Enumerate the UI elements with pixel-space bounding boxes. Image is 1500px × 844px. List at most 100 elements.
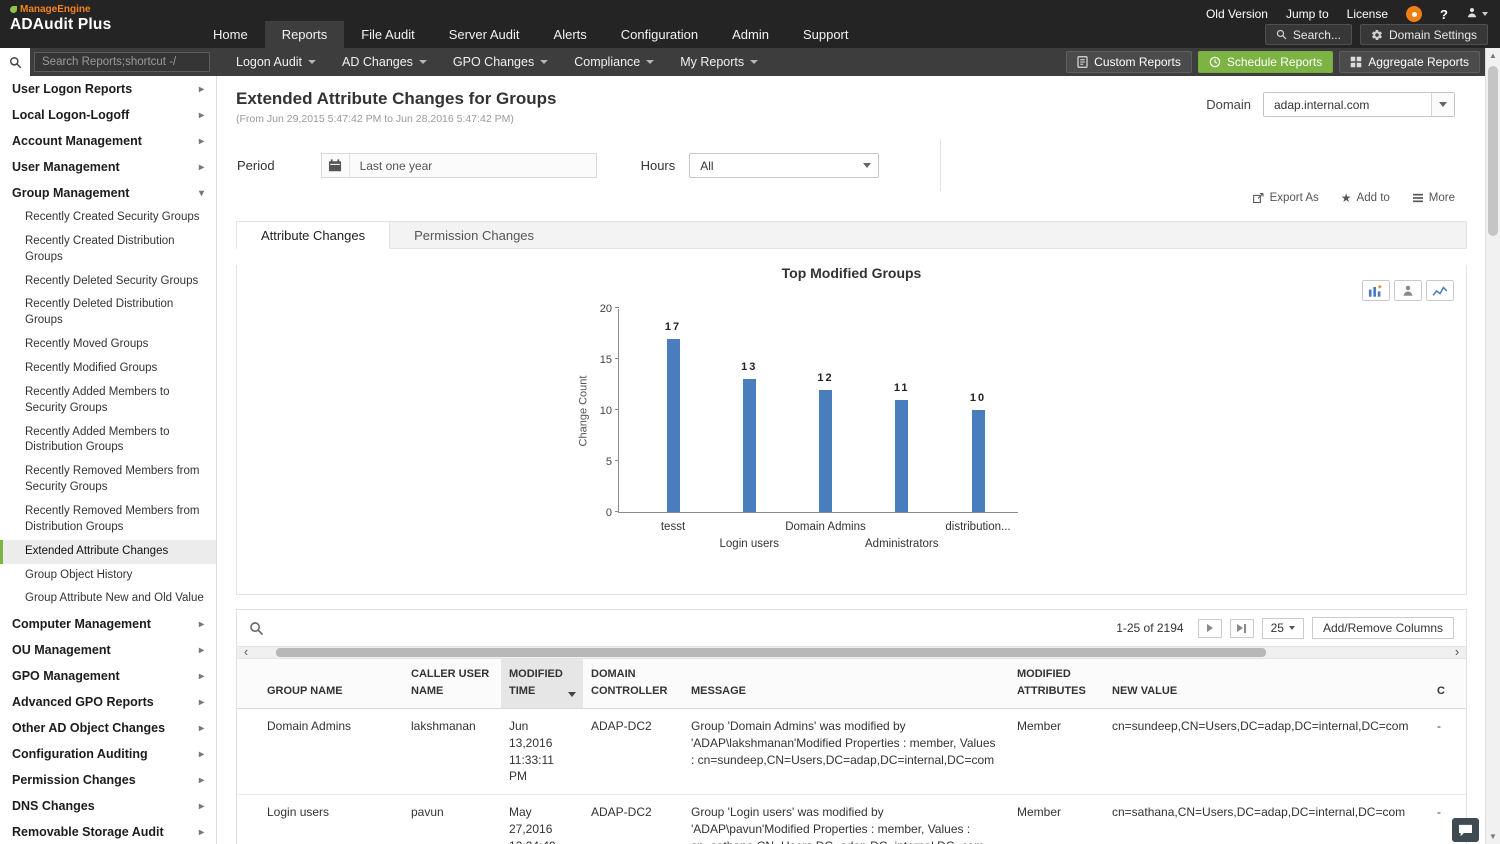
sidebar-item-gpo-management[interactable]: GPO Management▸ [0,663,216,689]
sidebar-subitem-recently-modified-groups[interactable]: Recently Modified Groups [0,357,216,381]
hours-select[interactable]: All [689,153,879,178]
license-link[interactable]: License [1347,7,1388,21]
calendar-icon[interactable] [322,154,350,177]
pagination-controls: 1-25 of 2194 25 Add/Remove Columns [1116,617,1454,639]
bar-chart-icon[interactable] [1362,280,1390,301]
sidebar-item-configuration-auditing[interactable]: Configuration Auditing▸ [0,741,216,767]
scroll-left-arrow[interactable]: ‹ [239,645,253,659]
brand-logo[interactable]: ManageEngine ADAudit Plus [10,4,111,34]
chart-bar-domain-admins[interactable] [819,390,832,512]
user-chart-icon[interactable] [1394,280,1422,301]
sidebar-subitem-recently-added-members-to-security-groups[interactable]: Recently Added Members to Security Group… [0,381,216,421]
nav-home[interactable]: Home [196,21,265,48]
column-header-message[interactable]: MESSAGE [683,683,1009,709]
chart-bar-tesst[interactable] [667,339,680,512]
user-menu[interactable] [1466,5,1488,23]
page-size-select[interactable]: 25 [1262,618,1304,639]
help-icon[interactable]: ? [1440,7,1448,22]
sidebar-item-user-logon-reports[interactable]: User Logon Reports▸ [0,76,216,102]
chart-bar-administrators[interactable] [895,400,908,512]
menu-gpo-changes[interactable]: GPO Changes [453,55,548,69]
tab-permission-changes[interactable]: Permission Changes [390,222,558,248]
horizontal-scrollbar[interactable]: ‹ › [237,646,1466,659]
x-axis-label: Domain Admins [785,521,866,533]
sidebar-item-group-management[interactable]: Group Management▾ [0,180,216,206]
table-row[interactable]: Domain AdminslakshmananJun 13,2016 11:33… [237,709,1466,795]
sidebar-subitem-recently-created-security-groups[interactable]: Recently Created Security Groups [0,206,216,230]
jump-to-link[interactable]: Jump to [1286,7,1329,21]
nav-alerts[interactable]: Alerts [537,21,604,48]
menu-compliance[interactable]: Compliance [574,55,654,69]
line-chart-icon[interactable] [1426,280,1454,301]
add-to-link[interactable]: ★ Add to [1341,191,1390,205]
sidebar-item-label: Configuration Auditing [12,747,148,761]
sidebar-subitem-recently-moved-groups[interactable]: Recently Moved Groups [0,333,216,357]
sidebar-item-local-logon-logoff[interactable]: Local Logon-Logoff▸ [0,102,216,128]
sidebar-item-advanced-gpo-reports[interactable]: Advanced GPO Reports▸ [0,689,216,715]
sidebar-subitem-recently-deleted-security-groups[interactable]: Recently Deleted Security Groups [0,270,216,294]
nav-admin[interactable]: Admin [715,21,786,48]
table-toolbar: 1-25 of 2194 25 Add/Remove Columns [237,610,1466,646]
sidebar-item-user-management[interactable]: User Management▸ [0,154,216,180]
scroll-right-arrow[interactable]: › [1450,645,1464,659]
sidebar-subitem-group-attribute-new-and-old-value[interactable]: Group Attribute New and Old Value [0,587,216,611]
sidebar-item-ou-management[interactable]: OU Management▸ [0,637,216,663]
sidebar-item-other-ad-object-changes[interactable]: Other AD Object Changes▸ [0,715,216,741]
cell-message: Group 'Login users' was modified by 'ADA… [683,795,1009,844]
menu-ad-changes[interactable]: AD Changes [342,55,427,69]
old-version-link[interactable]: Old Version [1206,7,1268,21]
sidebar-item-computer-management[interactable]: Computer Management▸ [0,611,216,637]
period-input[interactable] [350,154,596,177]
more-link[interactable]: More [1412,192,1455,204]
sidebar-search-toggle[interactable] [0,48,30,76]
sidebar-subitem-group-object-history[interactable]: Group Object History [0,564,216,588]
aggregate-reports-button[interactable]: Aggregate Reports [1339,51,1480,73]
domain-settings-button[interactable]: Domain Settings [1360,24,1488,45]
sidebar-subitem-recently-added-members-to-distribution-groups[interactable]: Recently Added Members to Distribution G… [0,421,216,461]
chart-bar-distribution[interactable] [972,410,985,512]
sidebar-subitem-recently-removed-members-from-distribution-groups[interactable]: Recently Removed Members from Distributi… [0,500,216,540]
nav-server-audit[interactable]: Server Audit [432,21,537,48]
column-header-c[interactable]: C [1429,683,1467,709]
sidebar-subitem-extended-attribute-changes[interactable]: Extended Attribute Changes [0,540,216,564]
horizontal-scroll-thumb[interactable] [276,648,1266,657]
chart-bar-login-users[interactable] [743,379,756,512]
nav-support[interactable]: Support [786,21,866,48]
column-header-domain-controller[interactable]: DOMAIN CONTROLLER [583,666,683,708]
sidebar-item-permission-changes[interactable]: Permission Changes▸ [0,767,216,793]
report-search-input[interactable] [34,52,210,72]
column-header-group-name[interactable]: GROUP NAME [249,683,403,709]
domain-select[interactable]: adap.internal.com [1263,92,1455,117]
vertical-scroll-thumb[interactable] [1488,66,1498,236]
custom-reports-button[interactable]: Custom Reports [1066,51,1192,73]
global-search-button[interactable]: Search... [1265,24,1352,45]
column-header-caller-user-name[interactable]: CALLER USER NAME [403,666,501,708]
vertical-scrollbar[interactable]: ▲ ▼ [1485,48,1500,844]
sidebar-subitem-recently-deleted-distribution-groups[interactable]: Recently Deleted Distribution Groups [0,293,216,333]
menu-my-reports[interactable]: My Reports [680,55,758,69]
column-header-modified-attributes[interactable]: MODIFIED ATTRIBUTES [1009,666,1104,708]
sidebar-item-dns-changes[interactable]: DNS Changes▸ [0,793,216,819]
column-header-new-value[interactable]: NEW VALUE [1104,683,1429,709]
sidebar-item-removable-storage-audit[interactable]: Removable Storage Audit▸ [0,819,216,844]
sidebar-subitem-recently-created-distribution-groups[interactable]: Recently Created Distribution Groups [0,230,216,270]
sidebar-subitem-recently-removed-members-from-security-groups[interactable]: Recently Removed Members from Security G… [0,460,216,500]
last-page-button[interactable] [1230,619,1254,638]
table-search-icon[interactable] [249,621,264,636]
support-icon[interactable] [1406,6,1422,22]
tab-attribute-changes[interactable]: Attribute Changes [237,222,390,249]
sidebar-item-account-management[interactable]: Account Management▸ [0,128,216,154]
nav-configuration[interactable]: Configuration [604,21,715,48]
nav-file-audit[interactable]: File Audit [344,21,431,48]
table-row[interactable]: Login userspavunMay 27,2016 12:24:49ADAP… [237,795,1466,844]
column-header-modified-time[interactable]: MODIFIED TIME [501,659,583,708]
nav-reports[interactable]: Reports [265,21,345,48]
feedback-chat-button[interactable] [1452,818,1479,842]
add-remove-columns-button[interactable]: Add/Remove Columns [1312,617,1454,639]
scroll-down-arrow[interactable]: ▼ [1486,832,1500,841]
menu-logon-audit[interactable]: Logon Audit [236,55,316,69]
export-as-link[interactable]: Export As [1252,192,1319,204]
scroll-up-arrow[interactable]: ▲ [1486,51,1500,60]
next-page-button[interactable] [1198,619,1222,638]
schedule-reports-button[interactable]: Schedule Reports [1198,51,1333,73]
